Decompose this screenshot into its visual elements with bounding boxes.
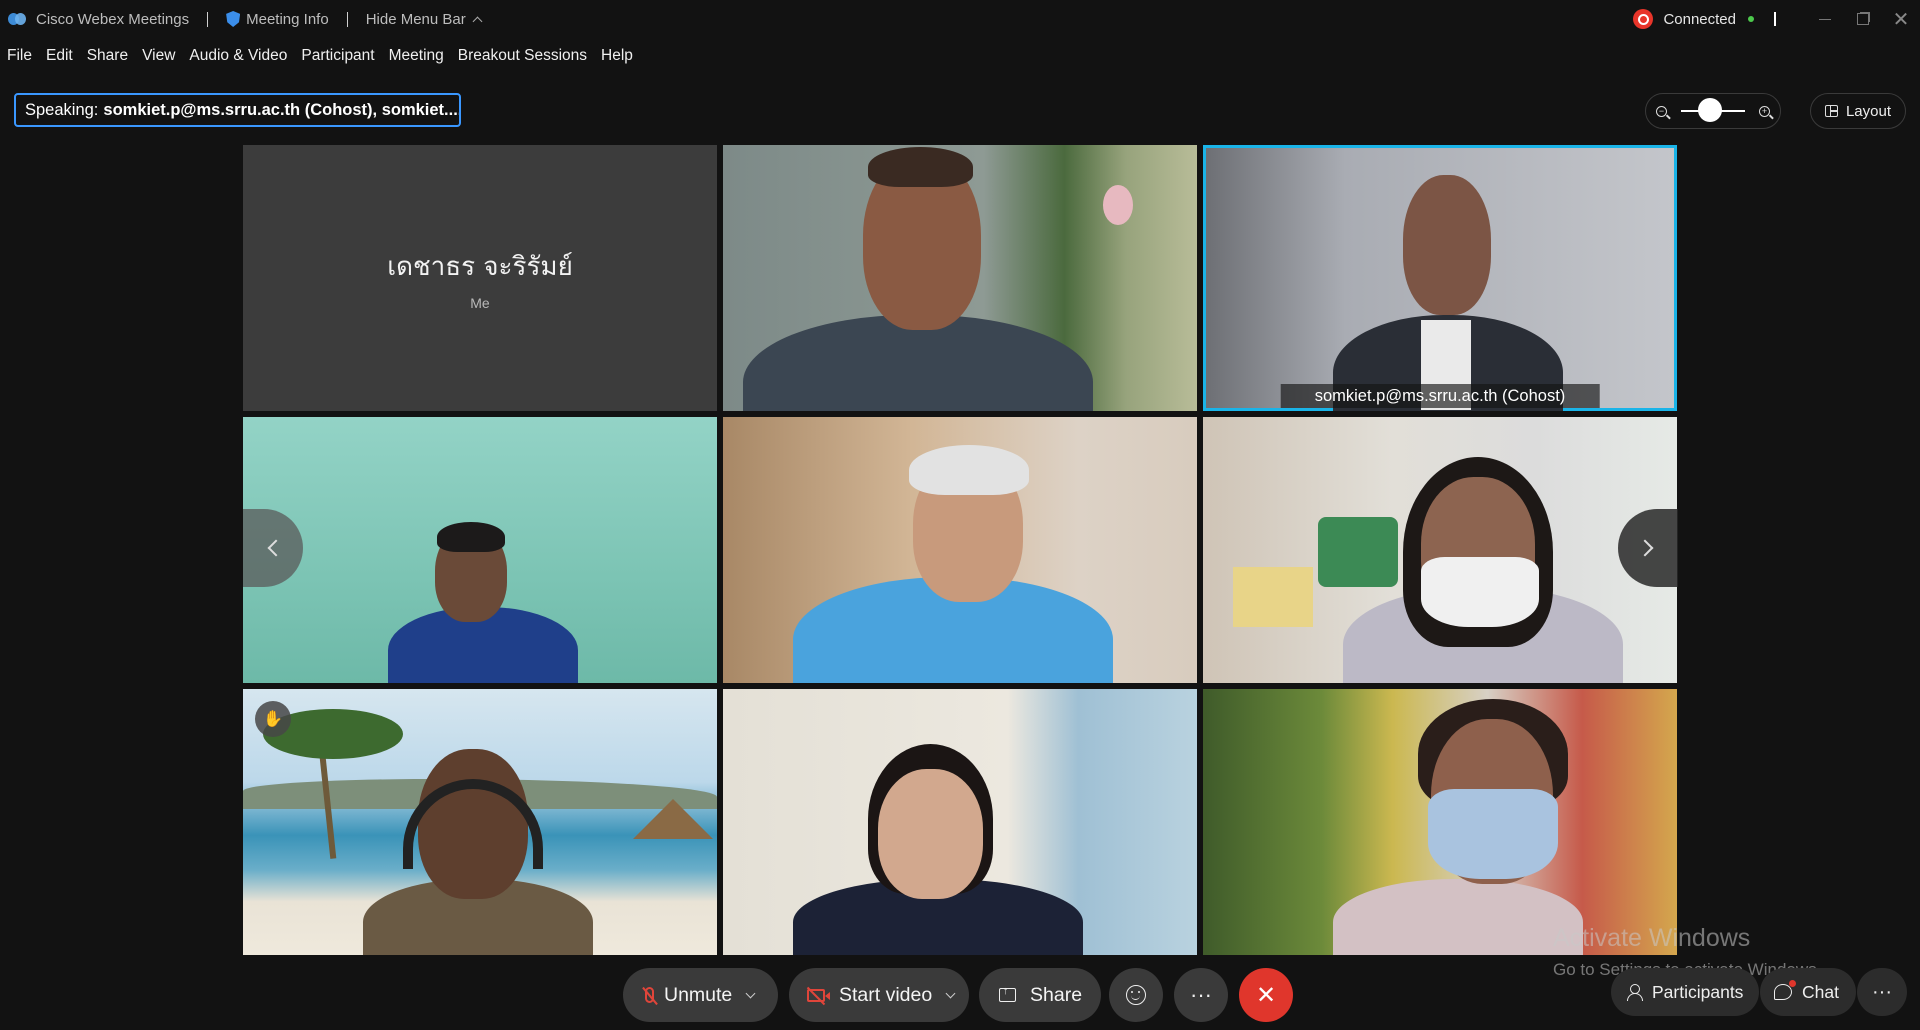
participant-video-tile[interactable]: ✋: [243, 689, 717, 955]
active-speaker-video-tile[interactable]: somkiet.p@ms.srru.ac.th (Cohost): [1203, 145, 1677, 411]
background-object: [1318, 517, 1398, 587]
participant-video-tile[interactable]: [1203, 689, 1677, 955]
self-label: Me: [470, 294, 490, 311]
divider: [1774, 12, 1776, 26]
participant-video-tile[interactable]: [723, 145, 1197, 411]
participants-label: Participants: [1652, 981, 1744, 1002]
layout-button[interactable]: Layout: [1810, 93, 1906, 129]
hide-menu-bar-button[interactable]: Hide Menu Bar: [365, 10, 483, 28]
menu-breakout-sessions[interactable]: Breakout Sessions: [458, 47, 587, 65]
divider: [207, 11, 209, 27]
video-zoom-control: − +: [1645, 93, 1781, 129]
restore-button[interactable]: [1844, 0, 1882, 38]
chevron-right-icon: [1636, 539, 1654, 557]
raised-hand-icon: ✋: [255, 701, 291, 737]
zoom-out-icon[interactable]: −: [1656, 105, 1667, 117]
chat-button[interactable]: Chat: [1760, 968, 1856, 1016]
title-bar: Cisco Webex Meetings Meeting Info Hide M…: [0, 0, 1920, 38]
more-options-button[interactable]: ···: [1174, 968, 1228, 1022]
connection-dot-icon: [1748, 16, 1754, 22]
leave-meeting-button[interactable]: ✕: [1239, 968, 1293, 1022]
participants-button[interactable]: Participants: [1611, 968, 1759, 1016]
menu-meeting[interactable]: Meeting: [389, 47, 444, 65]
close-icon: ✕: [1255, 981, 1277, 1009]
chevron-up-icon: [472, 16, 483, 26]
share-button[interactable]: Share: [979, 968, 1101, 1022]
menu-participant[interactable]: Participant: [301, 47, 374, 65]
zoom-slider-thumb[interactable]: [1697, 98, 1722, 122]
self-video-tile[interactable]: เดชาธร จะริรัมย์ Me: [243, 145, 717, 411]
participant-video-tile[interactable]: [723, 689, 1197, 955]
start-video-label: Start video: [839, 983, 933, 1006]
minimize-button[interactable]: [1806, 0, 1844, 38]
chat-icon: [1774, 980, 1796, 1000]
lotus-flower: [1103, 185, 1133, 225]
audio-options-chevron-icon[interactable]: [745, 988, 756, 998]
unread-badge: [1789, 980, 1796, 987]
participant-hair: [437, 522, 505, 552]
menu-audio-video[interactable]: Audio & Video: [189, 47, 287, 65]
unmute-label: Unmute: [664, 983, 733, 1006]
panel-more-button[interactable]: ···: [1857, 968, 1907, 1016]
layout-grid-icon: [1824, 105, 1838, 117]
face-mask: [1428, 789, 1558, 879]
share-screen-icon: [999, 985, 1016, 1002]
recording-icon[interactable]: [1633, 9, 1654, 29]
face-mask: [1421, 557, 1539, 627]
menu-edit[interactable]: Edit: [46, 47, 73, 65]
meeting-info-label: Meeting Info: [246, 10, 329, 28]
menu-help[interactable]: Help: [601, 47, 633, 65]
speaking-label: Speaking:: [25, 100, 99, 119]
participant-video-tile[interactable]: [723, 417, 1197, 683]
background-object: [1233, 567, 1313, 627]
participant-face: [878, 769, 983, 899]
participants-icon: [1627, 983, 1643, 1001]
chevron-left-icon: [267, 539, 285, 557]
shield-icon: [226, 11, 241, 27]
participant-hair: [868, 147, 973, 187]
close-button[interactable]: ✕: [1882, 0, 1920, 38]
participant-video-tile[interactable]: [1203, 417, 1677, 683]
zoom-slider[interactable]: [1681, 98, 1745, 122]
speaking-names: somkiet.p@ms.srru.ac.th (Cohost), somkie…: [103, 100, 461, 119]
self-name: เดชาธร จะริรัมย์: [387, 251, 573, 282]
divider: [346, 11, 348, 27]
webex-logo-icon: [8, 11, 28, 27]
participant-name-tag: somkiet.p@ms.srru.ac.th (Cohost): [1280, 384, 1600, 408]
emoji-icon: [1126, 985, 1146, 1005]
participant-face: [1403, 175, 1491, 315]
participant-video-tile[interactable]: [243, 417, 717, 683]
layout-label: Layout: [1845, 102, 1892, 120]
menu-share[interactable]: Share: [87, 47, 128, 65]
hide-menu-bar-label: Hide Menu Bar: [365, 10, 466, 28]
microphone-muted-icon: [645, 987, 654, 1003]
camera-off-icon: [807, 988, 830, 1002]
video-options-chevron-icon[interactable]: [945, 988, 956, 998]
menu-bar: File Edit Share View Audio & Video Participan…: [0, 44, 647, 68]
more-icon: ···: [1872, 980, 1892, 1003]
connection-status: Connected: [1663, 10, 1736, 28]
menu-file[interactable]: File: [7, 47, 32, 65]
participant-hair: [909, 445, 1029, 495]
start-video-button[interactable]: Start video: [789, 968, 969, 1022]
reactions-button[interactable]: [1109, 968, 1163, 1022]
speaking-indicator[interactable]: Speaking: somkiet.p@ms.srru.ac.th (Cohos…: [14, 93, 461, 127]
share-label: Share: [1030, 983, 1083, 1006]
activate-windows-title: Activate Windows: [1553, 924, 1751, 952]
meeting-info-button[interactable]: Meeting Info: [226, 11, 329, 28]
zoom-in-icon[interactable]: +: [1759, 105, 1770, 117]
menu-view[interactable]: View: [142, 47, 175, 65]
unmute-button[interactable]: Unmute: [623, 968, 778, 1022]
app-title: Cisco Webex Meetings: [36, 10, 190, 28]
participant-figure: [1333, 879, 1583, 955]
chat-label: Chat: [1802, 981, 1839, 1002]
more-options-icon: ···: [1190, 982, 1212, 1007]
